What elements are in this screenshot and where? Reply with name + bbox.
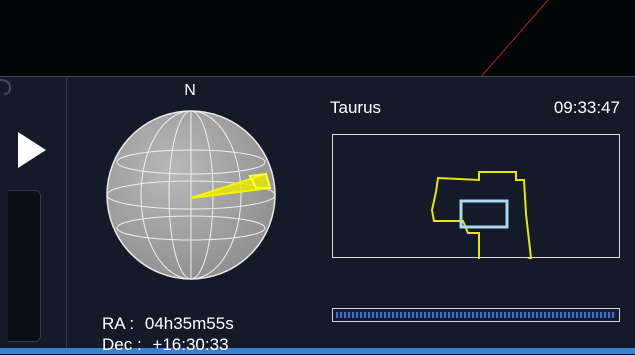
- constellation-map[interactable]: [332, 134, 620, 259]
- corner-notch: [0, 79, 12, 95]
- play-icon: [18, 132, 46, 168]
- play-button[interactable]: [12, 128, 52, 172]
- progress-fill: [336, 312, 616, 318]
- dec-readout: Dec : +16:30:33: [102, 335, 229, 355]
- dec-label: Dec :: [102, 335, 142, 354]
- sky-line: [479, 0, 549, 78]
- dec-value: +16:30:33: [152, 335, 229, 354]
- progress-bar[interactable]: [332, 308, 620, 322]
- celestial-globe[interactable]: [100, 104, 282, 286]
- side-panel: [8, 190, 41, 342]
- constellation-map-canvas: [430, 171, 533, 259]
- sky-view: [0, 0, 635, 78]
- ra-readout: RA : 04h35m55s: [102, 314, 234, 334]
- time-display: 09:33:47: [553, 98, 620, 117]
- constellation-boundary: [430, 171, 533, 259]
- panel-divider: [66, 78, 67, 348]
- ra-label: RA :: [102, 314, 135, 333]
- sky-canvas: [479, 0, 549, 78]
- constellation-name: Taurus: [330, 98, 382, 117]
- north-label: N: [184, 82, 196, 99]
- bottom-bar: [0, 348, 635, 354]
- ra-value: 04h35m55s: [144, 314, 234, 333]
- field-of-view-frame: [459, 199, 509, 229]
